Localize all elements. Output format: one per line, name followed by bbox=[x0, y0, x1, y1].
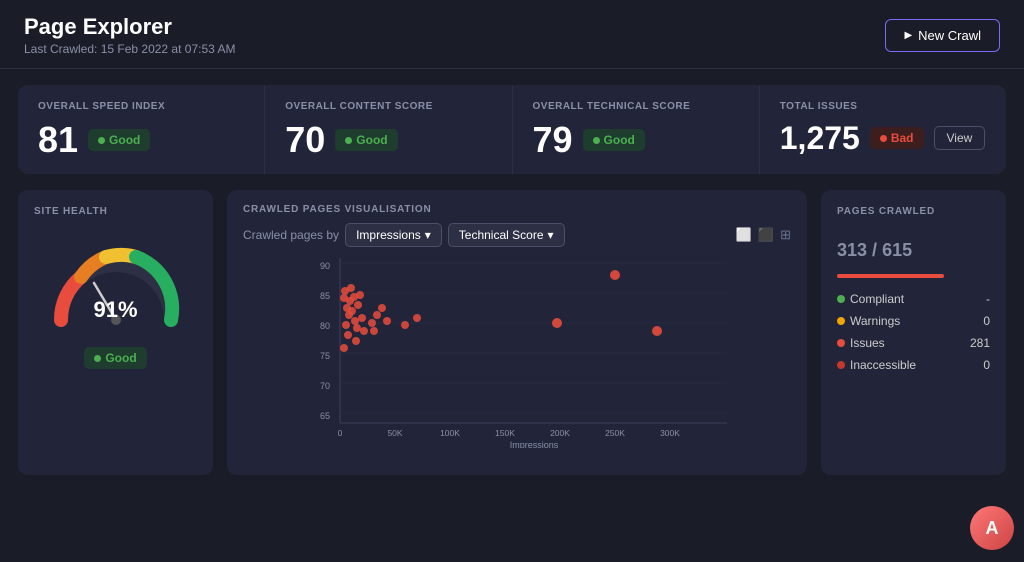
stat-dot bbox=[837, 317, 845, 325]
pages-crawled-label: PAGES CRAWLED bbox=[837, 206, 990, 217]
metric-card-technical: OVERALL TECHNICAL SCORE 79 Good bbox=[513, 85, 760, 174]
pages-stat-row: Inaccessible 0 bbox=[837, 358, 990, 372]
technical-score-dropdown[interactable]: Technical Score ▾ bbox=[448, 223, 565, 247]
viz-header: CRAWLED PAGES VISUALISATION bbox=[243, 204, 791, 215]
site-health-label: SITE HEALTH bbox=[34, 206, 108, 217]
new-crawl-label: New Crawl bbox=[918, 28, 981, 43]
metric-label-speed: OVERALL SPEED INDEX bbox=[38, 101, 244, 112]
gauge-badge: Good bbox=[84, 347, 146, 369]
stat-label: Compliant bbox=[837, 292, 904, 306]
metrics-row: OVERALL SPEED INDEX81 GoodOVERALL CONTEN… bbox=[18, 85, 1006, 174]
impressions-dropdown[interactable]: Impressions ▾ bbox=[345, 223, 442, 247]
pages-crawled-count: 313 / 615 bbox=[837, 227, 990, 264]
download-icon[interactable]: ⊞ bbox=[780, 227, 791, 243]
metric-value-row-issues: 1,275 Bad View bbox=[780, 122, 986, 154]
metric-dot-content bbox=[345, 137, 352, 144]
metric-label-technical: OVERALL TECHNICAL SCORE bbox=[533, 101, 739, 112]
expand-icon[interactable]: ⬛ bbox=[758, 227, 774, 243]
avatar[interactable]: A bbox=[970, 506, 1014, 550]
page-title: Page Explorer bbox=[24, 14, 235, 40]
metric-value-row-speed: 81 Good bbox=[38, 122, 244, 158]
scatter-svg: 90 85 80 75 70 65 0 50K 100K bbox=[243, 253, 791, 448]
stat-label: Issues bbox=[837, 336, 885, 350]
stat-dot bbox=[837, 295, 845, 303]
metric-value-row-technical: 79 Good bbox=[533, 122, 739, 158]
stat-value: - bbox=[986, 292, 990, 306]
pages-crawled-panel: PAGES CRAWLED 313 / 615 Compliant - Warnin… bbox=[821, 190, 1006, 475]
stat-value: 281 bbox=[970, 336, 990, 350]
site-health-dot bbox=[94, 355, 101, 362]
stat-value: 0 bbox=[983, 314, 990, 328]
view-issues-button[interactable]: View bbox=[934, 126, 986, 150]
metric-value-row-content: 70 Good bbox=[285, 122, 491, 158]
last-crawled: Last Crawled: 15 Feb 2022 at 07:53 AM bbox=[24, 42, 235, 56]
svg-text:200K: 200K bbox=[550, 428, 570, 438]
metric-label-issues: TOTAL ISSUES bbox=[780, 101, 986, 112]
svg-text:65: 65 bbox=[320, 411, 330, 421]
pages-stat-row: Issues 281 bbox=[837, 336, 990, 350]
svg-text:300K: 300K bbox=[660, 428, 680, 438]
header: Page Explorer Last Crawled: 15 Feb 2022 … bbox=[0, 0, 1024, 69]
metric-card-content: OVERALL CONTENT SCORE 70 Good bbox=[265, 85, 512, 174]
svg-text:50K: 50K bbox=[387, 428, 402, 438]
viz-controls: Crawled pages by Impressions ▾ Technical… bbox=[243, 223, 791, 247]
stat-dot bbox=[837, 361, 845, 369]
stat-label: Warnings bbox=[837, 314, 900, 328]
svg-text:75: 75 bbox=[320, 351, 330, 361]
viz-icons: ⬜ ⬛ ⊞ bbox=[736, 227, 791, 243]
stat-value: 0 bbox=[983, 358, 990, 372]
site-health-panel: SITE HEALTH 91% bbox=[18, 190, 213, 475]
scatter-chart: 90 85 80 75 70 65 0 50K 100K bbox=[243, 253, 791, 448]
bottom-row: SITE HEALTH 91% bbox=[18, 190, 1006, 475]
svg-text:70: 70 bbox=[320, 381, 330, 391]
metric-badge-technical: Good bbox=[583, 129, 645, 151]
gauge-percent: 91% bbox=[93, 297, 137, 323]
play-icon: ▶ bbox=[904, 30, 912, 41]
svg-text:90: 90 bbox=[320, 261, 330, 271]
metric-value-technical: 79 bbox=[533, 122, 573, 158]
metric-label-content: OVERALL CONTENT SCORE bbox=[285, 101, 491, 112]
svg-text:85: 85 bbox=[320, 291, 330, 301]
pages-stat-row: Compliant - bbox=[837, 292, 990, 306]
copy-icon[interactable]: ⬜ bbox=[736, 227, 752, 243]
metric-dot-speed bbox=[98, 137, 105, 144]
gauge-container: 91% bbox=[46, 235, 186, 335]
metric-value-speed: 81 bbox=[38, 122, 78, 158]
viz-panel: CRAWLED PAGES VISUALISATION Crawled page… bbox=[227, 190, 807, 475]
svg-text:Impressions: Impressions bbox=[510, 440, 559, 448]
metric-dot-issues bbox=[880, 135, 887, 142]
site-health-status: Good bbox=[84, 347, 146, 369]
header-left: Page Explorer Last Crawled: 15 Feb 2022 … bbox=[24, 14, 235, 56]
metric-value-issues: 1,275 bbox=[780, 122, 860, 154]
metric-badge-issues: Bad bbox=[870, 127, 924, 149]
metric-badge-content: Good bbox=[335, 129, 397, 151]
new-crawl-button[interactable]: ▶ New Crawl bbox=[885, 19, 1000, 52]
svg-text:250K: 250K bbox=[605, 428, 625, 438]
stat-dot bbox=[837, 339, 845, 347]
metric-value-content: 70 bbox=[285, 122, 325, 158]
crawled-by-label: Crawled pages by bbox=[243, 228, 339, 242]
svg-text:0: 0 bbox=[338, 428, 343, 438]
metric-dot-technical bbox=[593, 137, 600, 144]
pages-progress-bar bbox=[837, 274, 944, 278]
stat-label: Inaccessible bbox=[837, 358, 916, 372]
metric-badge-speed: Good bbox=[88, 129, 150, 151]
pages-stat-row: Warnings 0 bbox=[837, 314, 990, 328]
metric-card-speed: OVERALL SPEED INDEX 81 Good bbox=[18, 85, 265, 174]
svg-text:100K: 100K bbox=[440, 428, 460, 438]
svg-text:80: 80 bbox=[320, 321, 330, 331]
metric-card-issues: TOTAL ISSUES 1,275 Bad View bbox=[760, 85, 1006, 174]
svg-text:150K: 150K bbox=[495, 428, 515, 438]
pages-stats: Compliant - Warnings 0 Issues 281 Inaccessible… bbox=[837, 292, 990, 372]
viz-title: CRAWLED PAGES VISUALISATION bbox=[243, 204, 431, 215]
